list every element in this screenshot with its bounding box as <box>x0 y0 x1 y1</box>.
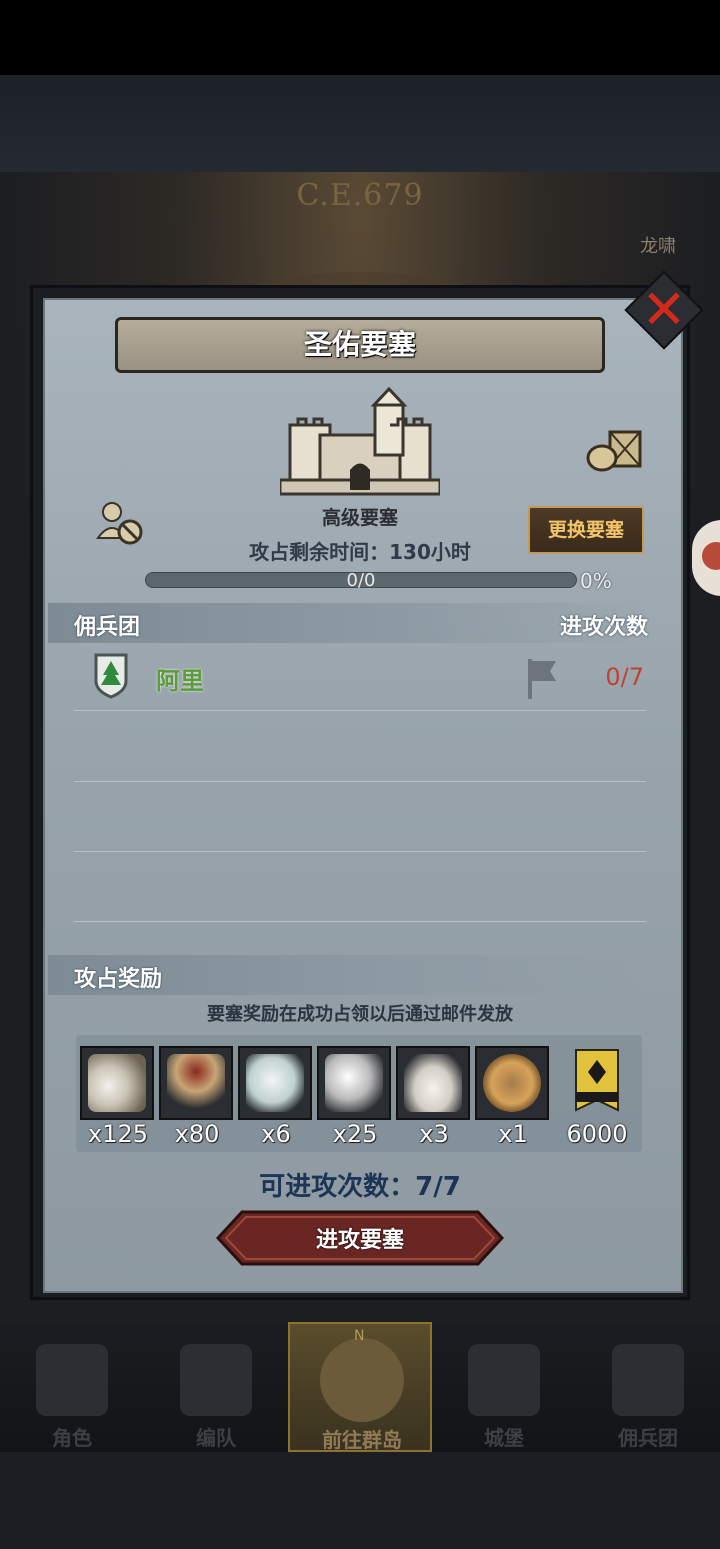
reward-item[interactable] <box>396 1046 470 1120</box>
header-strip <box>0 75 720 172</box>
ore-sack-icon <box>88 1054 146 1112</box>
character-icon <box>36 1344 108 1416</box>
reward-qty: x80 <box>174 1120 220 1148</box>
compass-icon <box>320 1338 404 1422</box>
reward-qty: x125 <box>87 1120 148 1148</box>
reward-item[interactable] <box>80 1046 154 1120</box>
reward-qty: x1 <box>498 1120 528 1148</box>
status-bar <box>0 0 720 75</box>
reward-note: 要塞奖励在成功占领以后通过邮件发放 <box>207 1004 513 1025</box>
goblet-icon <box>167 1054 225 1112</box>
reward-qty: x6 <box>261 1120 291 1148</box>
map-year-label: C.E.679 <box>296 178 424 213</box>
swap-fortress-button[interactable]: 更换要塞 <box>528 506 644 554</box>
fortress-castle-icon <box>280 386 440 496</box>
formation-icon <box>180 1344 252 1416</box>
salt-pile-icon <box>404 1054 462 1112</box>
nav-castle[interactable]: 城堡 <box>432 1322 576 1452</box>
attack-times-header: 进攻次数 <box>559 615 648 640</box>
guild-shield-icon <box>94 653 128 699</box>
nav-label: 角色 <box>52 1426 92 1450</box>
nav-label: 城堡 <box>484 1426 524 1450</box>
castle-icon <box>468 1344 540 1416</box>
attack-button-label: 进攻要塞 <box>315 1228 404 1253</box>
empty-merc-row <box>74 712 646 782</box>
reward-qty: x25 <box>332 1120 378 1148</box>
nav-label: 佣兵团 <box>618 1426 678 1450</box>
reward-item[interactable] <box>475 1046 549 1120</box>
empty-merc-row <box>74 782 646 852</box>
merc-name: 阿里 <box>156 667 204 695</box>
reward-item[interactable] <box>238 1046 312 1120</box>
merc-section-header: 佣兵团 进攻次数 <box>48 603 648 643</box>
nav-mercenary[interactable]: 佣兵团 <box>576 1322 720 1452</box>
guild-banner-icon[interactable] <box>574 1048 620 1118</box>
capture-progress-percent: 0% <box>580 569 612 593</box>
merc-row[interactable]: 阿里 0/7 <box>74 645 646 711</box>
loot-bag-icon[interactable] <box>586 428 644 472</box>
nav-formation[interactable]: 编队 <box>144 1322 288 1452</box>
mercenary-icon <box>612 1344 684 1416</box>
available-attacks-label: 可进攻次数：7/7 <box>259 1172 461 1202</box>
map-side-label: 龙啸 <box>640 236 676 257</box>
reward-item[interactable] <box>159 1046 233 1120</box>
reward-qty: 6000 <box>566 1120 628 1148</box>
compass-north-marker: N <box>354 1328 365 1344</box>
gem-stone-icon <box>246 1054 304 1112</box>
no-garrison-icon[interactable] <box>96 500 144 546</box>
bottom-safe-area <box>0 1452 720 1549</box>
remaining-time-label: 攻占剩余时间：130小时 <box>249 540 471 564</box>
nav-character[interactable]: 角色 <box>0 1322 144 1452</box>
reward-qty: x3 <box>419 1120 449 1148</box>
capture-progress-text: 0/0 <box>346 570 376 591</box>
reward-section-title: 攻占奖励 <box>74 967 163 992</box>
merc-section-title: 佣兵团 <box>74 615 141 640</box>
reward-item[interactable] <box>317 1046 391 1120</box>
reward-section-header: 攻占奖励 <box>48 955 648 995</box>
fortress-grade: 高级要塞 <box>321 507 398 529</box>
nav-label: 编队 <box>196 1426 236 1450</box>
merc-attack-count: 0/7 <box>605 663 644 691</box>
nav-label: 前往群岛 <box>322 1428 402 1452</box>
flag-icon <box>528 659 556 699</box>
dialog-title: 圣佑要塞 <box>115 317 605 373</box>
knight-medal-icon <box>483 1054 541 1112</box>
empty-merc-row <box>74 852 646 922</box>
silver-coins-icon <box>325 1054 383 1112</box>
close-icon[interactable]: ✕ <box>636 282 692 338</box>
